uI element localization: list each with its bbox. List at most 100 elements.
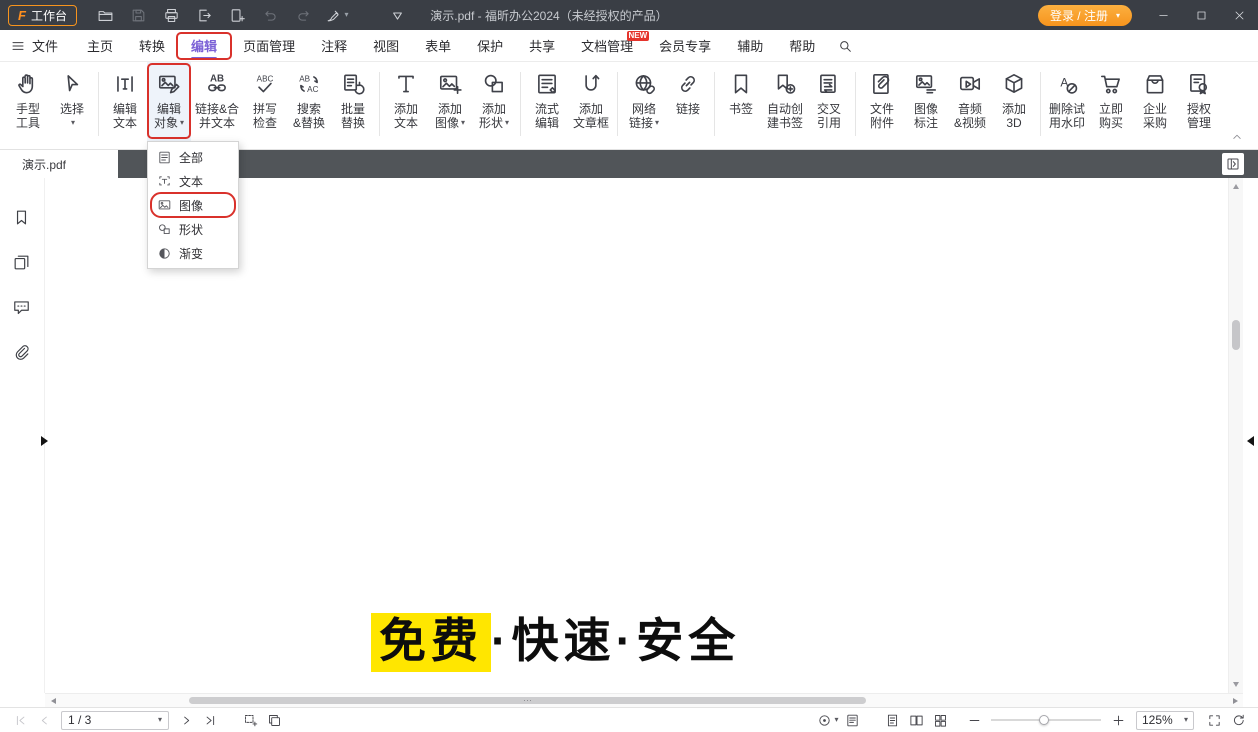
- horizontal-scroll-track[interactable]: [61, 694, 1227, 707]
- workspace-button[interactable]: F 工作台: [8, 5, 77, 26]
- tool-label: 添加: [394, 102, 418, 116]
- close-button[interactable]: [1220, 0, 1258, 30]
- menu-tab-doc-manage[interactable]: 文档管理NEW: [568, 30, 646, 62]
- tool-add-image[interactable]: 添加图像▾: [428, 62, 472, 149]
- tool-flow-edit[interactable]: 流式编辑: [525, 62, 569, 149]
- login-button[interactable]: 登录 / 注册 ▾: [1038, 5, 1132, 26]
- last-page-button[interactable]: [198, 710, 222, 731]
- zoom-in-button[interactable]: [1106, 710, 1130, 731]
- edit-object-menu: 全部文本图像形状渐变: [147, 141, 239, 269]
- zoom-out-button[interactable]: [962, 710, 986, 731]
- menu-tab-edit[interactable]: 编辑: [178, 30, 230, 62]
- first-page-button: [8, 710, 32, 731]
- svg-text:AB: AB: [210, 73, 224, 84]
- zoom-slider[interactable]: [991, 719, 1101, 721]
- zoom-slider-knob[interactable]: [1039, 715, 1049, 725]
- scroll-down-arrow[interactable]: [1233, 682, 1239, 687]
- facing-view-button[interactable]: [904, 710, 928, 731]
- tool-enterprise-purchase[interactable]: 企业采购: [1133, 62, 1177, 149]
- next-page-button[interactable]: [174, 710, 198, 731]
- tool-batch-replace[interactable]: 批量替换: [331, 62, 375, 149]
- tool-add-shape[interactable]: 添加形状▾: [472, 62, 516, 149]
- tool-audio-video[interactable]: 音频&视频: [948, 62, 992, 149]
- tool-edit-object[interactable]: 编辑对象▾: [147, 62, 191, 149]
- scroll-right-arrow[interactable]: [1227, 694, 1243, 708]
- tool-spell-check[interactable]: ABC拼写检查: [243, 62, 287, 149]
- tool-cross-reference[interactable]: 交叉引用: [807, 62, 851, 149]
- menu-tab-convert[interactable]: 转换: [126, 30, 178, 62]
- page-number-box[interactable]: 1 / 3 ▾: [61, 711, 169, 730]
- menu-item-gradient[interactable]: 渐变: [148, 241, 238, 265]
- clipboard-button[interactable]: [262, 710, 286, 731]
- zoom-level-select[interactable]: 125% ▾: [1136, 711, 1194, 730]
- sidebar-comments-button[interactable]: [12, 298, 32, 318]
- tool-link[interactable]: 链接: [666, 62, 710, 149]
- tool-auto-bookmark[interactable]: 自动创建书签: [763, 62, 807, 149]
- open-file-button[interactable]: [93, 3, 119, 27]
- right-panel-collapse-handle[interactable]: [1247, 436, 1254, 446]
- print-button[interactable]: [159, 3, 185, 27]
- menu-item-shape[interactable]: 形状: [148, 217, 238, 241]
- tool-label: 工具: [16, 116, 40, 130]
- scroll-up-arrow[interactable]: [1233, 184, 1239, 189]
- document-tab[interactable]: 演示.pdf: [0, 150, 118, 178]
- tool-image-annotation[interactable]: 图像标注: [904, 62, 948, 149]
- tool-select-tool[interactable]: 选择▾: [50, 62, 94, 149]
- search-button[interactable]: [832, 33, 858, 59]
- customize-quick-access-button[interactable]: [385, 3, 411, 27]
- menu-tab-assist[interactable]: 辅助: [724, 30, 776, 62]
- collapse-ribbon-button[interactable]: [1230, 130, 1248, 146]
- menu-tab-help[interactable]: 帮助: [776, 30, 828, 62]
- tool-hand-tool[interactable]: 手型工具: [6, 62, 50, 149]
- tool-license-management[interactable]: 授权管理: [1177, 62, 1221, 149]
- tool-link-merge-text[interactable]: AB链接&合并文本: [191, 62, 243, 149]
- sidebar-attachments-button[interactable]: [12, 343, 32, 363]
- sidebar-bookmarks-button[interactable]: [12, 208, 32, 228]
- tool-search-replace[interactable]: ABAC搜索&替换: [287, 62, 331, 149]
- menu-tab-home[interactable]: 主页: [74, 30, 126, 62]
- sign-button[interactable]: ▾: [324, 3, 350, 27]
- tool-buy-now[interactable]: 立即购买: [1089, 62, 1133, 149]
- left-panel-collapse-handle[interactable]: [41, 436, 48, 446]
- view-options-button[interactable]: ▾: [816, 710, 840, 731]
- snapshot-button[interactable]: [238, 710, 262, 731]
- tool-edit-text[interactable]: 编辑文本: [103, 62, 147, 149]
- tool-web-link[interactable]: 网络链接▾: [622, 62, 666, 149]
- create-button[interactable]: [225, 3, 251, 27]
- menu-tab-view[interactable]: 视图: [360, 30, 412, 62]
- menubar: 文件 主页转换编辑页面管理注释视图表单保护共享文档管理NEW会员专享辅助帮助: [0, 30, 1258, 62]
- single-page-view-button[interactable]: [880, 710, 904, 731]
- menu-item-text[interactable]: 文本: [148, 169, 238, 193]
- tool-add-article-box[interactable]: 添加文章框: [569, 62, 613, 149]
- tool-label: 添加: [438, 102, 462, 116]
- file-menu-button[interactable]: 文件: [10, 36, 58, 55]
- minimize-button[interactable]: [1144, 0, 1182, 30]
- maximize-button[interactable]: [1182, 0, 1220, 30]
- menu-tab-comment[interactable]: 注释: [308, 30, 360, 62]
- page-panel-toggle-button[interactable]: [1222, 153, 1244, 175]
- tool-bookmark[interactable]: 书签: [719, 62, 763, 149]
- menu-tab-protect[interactable]: 保护: [464, 30, 516, 62]
- menu-tab-share[interactable]: 共享: [516, 30, 568, 62]
- menu-tab-member[interactable]: 会员专享: [646, 30, 724, 62]
- scroll-left-arrow[interactable]: [45, 694, 61, 708]
- export-button[interactable]: [192, 3, 218, 27]
- sidebar-pages-button[interactable]: [12, 253, 32, 273]
- vertical-scrollbar[interactable]: [1228, 178, 1243, 693]
- vertical-scroll-thumb[interactable]: [1232, 320, 1240, 350]
- tool-remove-trial-watermark[interactable]: A删除试用水印: [1045, 62, 1089, 149]
- tool-add-3d[interactable]: 添加3D: [992, 62, 1036, 149]
- tool-file-attachment[interactable]: 文件附件: [860, 62, 904, 149]
- rotate-view-button[interactable]: [1226, 710, 1250, 731]
- menu-tab-page-manage[interactable]: 页面管理: [230, 30, 308, 62]
- read-mode-button[interactable]: [840, 710, 864, 731]
- menu-item-all[interactable]: 全部: [148, 145, 238, 169]
- tool-label: 标注: [914, 116, 938, 130]
- tool-add-text[interactable]: 添加文本: [384, 62, 428, 149]
- horizontal-scrollbar[interactable]: [45, 693, 1243, 707]
- menu-tab-form[interactable]: 表单: [412, 30, 464, 62]
- thumbnail-view-button[interactable]: [928, 710, 952, 731]
- horizontal-scroll-thumb[interactable]: [189, 697, 865, 704]
- fit-screen-button[interactable]: [1202, 710, 1226, 731]
- menu-item-image[interactable]: 图像: [148, 193, 238, 217]
